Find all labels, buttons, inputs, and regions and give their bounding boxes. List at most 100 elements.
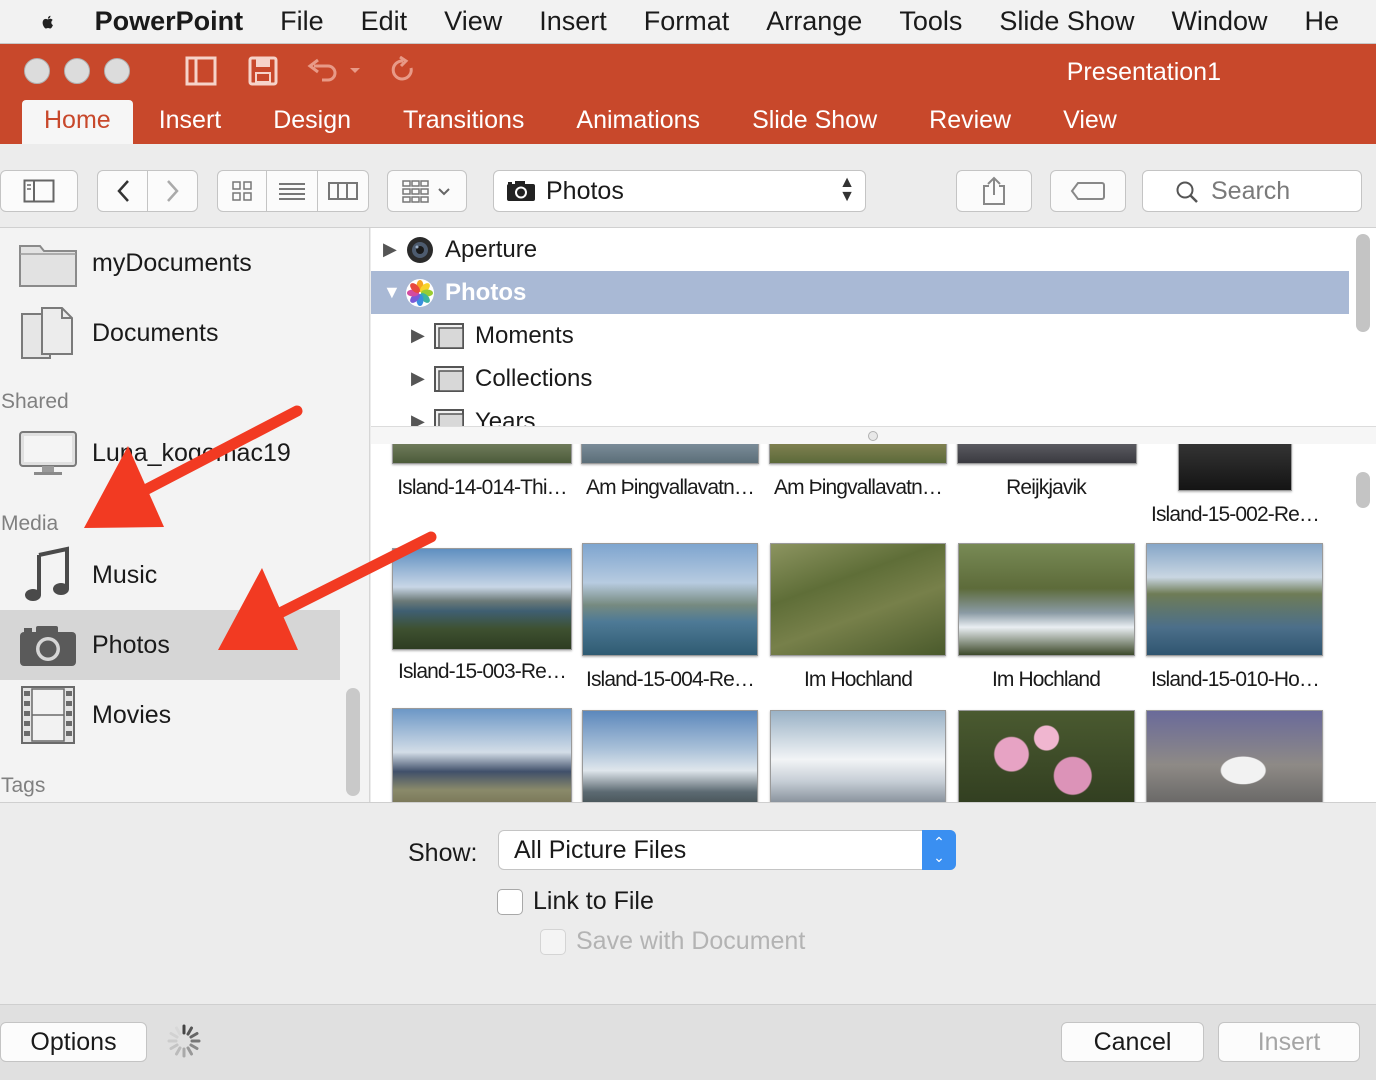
menu-insert[interactable]: Insert — [539, 6, 607, 37]
disclosure-triangle-icon[interactable]: ▶ — [411, 411, 429, 426]
photo-thumbnail[interactable] — [769, 444, 947, 464]
menu-slide-show[interactable]: Slide Show — [999, 6, 1134, 37]
link-to-file-checkbox[interactable]: Link to File — [497, 887, 654, 916]
photo-thumbnail[interactable] — [957, 444, 1137, 464]
sidebar-header-shared: Shared — [1, 390, 69, 413]
window-close-button[interactable] — [24, 58, 50, 84]
tab-home[interactable]: Home — [22, 100, 133, 144]
sidebar-item-mydocuments[interactable]: myDocuments — [0, 228, 340, 298]
photo-caption: Island-15-003-Re… — [398, 660, 567, 683]
tab-review[interactable]: Review — [903, 100, 1037, 144]
sidebar-item-music[interactable]: Music — [0, 540, 340, 610]
menu-tools[interactable]: Tools — [899, 6, 962, 37]
forward-button[interactable] — [148, 171, 197, 211]
divider-handle-icon[interactable] — [868, 431, 878, 441]
photo-thumbnail[interactable] — [582, 543, 758, 656]
photo-thumbnail[interactable] — [958, 710, 1135, 802]
photo-thumbnail[interactable] — [392, 708, 572, 802]
camera-icon — [507, 181, 535, 201]
menu-edit[interactable]: Edit — [361, 6, 408, 37]
tree-row-moments[interactable]: ▶ Moments — [371, 314, 1349, 357]
tree-row-label: Years — [475, 407, 536, 427]
photo-thumbnail[interactable] — [1146, 710, 1323, 802]
grid-scrollbar[interactable] — [1356, 472, 1370, 508]
share-button[interactable] — [956, 170, 1032, 212]
tree-scrollbar[interactable] — [1356, 234, 1370, 332]
sidebar-item-shared-computer[interactable]: Luna_kogemac19 — [0, 418, 340, 488]
photo-thumbnail[interactable] — [392, 548, 572, 650]
disclosure-triangle-icon[interactable]: ▼ — [383, 282, 401, 303]
insert-options-panel: Show: All Picture Files ⌃ ⌄ Link to File … — [0, 802, 1376, 1004]
insert-button[interactable]: Insert — [1218, 1022, 1360, 1062]
list-view-button[interactable] — [267, 171, 318, 211]
disclosure-triangle-icon[interactable]: ▶ — [383, 239, 401, 260]
tab-transitions[interactable]: Transitions — [377, 100, 550, 144]
menu-help[interactable]: He — [1304, 6, 1339, 37]
chevron-left-icon — [116, 180, 129, 202]
tree-row-collections[interactable]: ▶ Collections — [371, 357, 1349, 400]
undo-icon[interactable] — [304, 54, 364, 88]
menu-file[interactable]: File — [280, 6, 324, 37]
tree-row-label: Aperture — [445, 235, 538, 263]
photo-caption: Am Þingvallavatn… — [774, 476, 943, 499]
tab-insert[interactable]: Insert — [133, 100, 248, 144]
sidebar-scrollbar[interactable] — [346, 688, 360, 796]
menu-format[interactable]: Format — [644, 6, 730, 37]
tag-button[interactable] — [1050, 170, 1126, 212]
photo-caption: Island-15-004-Re… — [586, 668, 755, 691]
photo-thumbnail[interactable] — [1146, 543, 1323, 656]
photo-thumbnail[interactable] — [1178, 444, 1292, 491]
arrange-menu-button[interactable] — [387, 170, 467, 212]
tab-slide-show[interactable]: Slide Show — [726, 100, 903, 144]
photo-thumbnail[interactable] — [770, 543, 946, 656]
save-icon[interactable] — [246, 54, 280, 88]
tree-row-photos[interactable]: ▼ Photos — [371, 271, 1349, 314]
aperture-icon — [407, 236, 433, 263]
photo-thumbnail[interactable] — [582, 710, 758, 802]
tree-row-years[interactable]: ▶ Years — [371, 400, 1349, 426]
menu-arrange[interactable]: Arrange — [766, 6, 862, 37]
menu-window[interactable]: Window — [1171, 6, 1267, 37]
checkbox-box[interactable] — [497, 888, 523, 915]
back-button[interactable] — [98, 171, 148, 211]
album-icon — [434, 365, 464, 392]
tab-animations[interactable]: Animations — [550, 100, 726, 144]
disclosure-triangle-icon[interactable]: ▶ — [411, 368, 429, 389]
ribbon-tabs: Home Insert Design Transitions Animation… — [22, 100, 1143, 144]
sidebar-item-movies[interactable]: Movies — [0, 680, 340, 750]
menu-view[interactable]: View — [444, 6, 502, 37]
column-view-button[interactable] — [318, 171, 368, 211]
split-view-divider[interactable] — [371, 426, 1376, 444]
options-button[interactable]: Options — [0, 1022, 147, 1062]
photo-thumbnail[interactable] — [770, 710, 946, 802]
search-placeholder: Search — [1211, 176, 1291, 205]
sidebar-item-documents[interactable]: Documents — [0, 298, 340, 368]
photo-thumbnail[interactable] — [958, 543, 1135, 656]
window-minimize-button[interactable] — [64, 58, 90, 84]
tab-view[interactable]: View — [1037, 100, 1143, 144]
save-with-document-checkbox[interactable]: Save with Document — [540, 927, 805, 956]
photo-caption: Island-15-010-Ho… — [1151, 668, 1320, 691]
menu-app-name[interactable]: PowerPoint — [95, 6, 244, 37]
checkbox-box[interactable] — [540, 928, 566, 955]
disclosure-triangle-icon[interactable]: ▶ — [411, 325, 429, 346]
apple-icon[interactable] — [40, 7, 57, 37]
search-field[interactable]: Search — [1142, 170, 1362, 212]
sidebar-toggle-icon[interactable] — [184, 54, 218, 88]
tree-row-label: Photos — [445, 278, 527, 306]
tab-design[interactable]: Design — [247, 100, 377, 144]
sidebar-toggle-button[interactable] — [0, 170, 78, 212]
window-zoom-button[interactable] — [104, 58, 130, 84]
list-view-icon — [279, 183, 305, 200]
icon-view-button[interactable] — [218, 171, 268, 211]
search-icon — [1176, 181, 1198, 203]
photo-caption: Am Þingvallavatn… — [586, 476, 755, 499]
cancel-button[interactable]: Cancel — [1061, 1022, 1204, 1062]
redo-icon[interactable] — [386, 54, 420, 88]
photo-thumbnail[interactable] — [392, 444, 572, 464]
tree-row-aperture[interactable]: ▶ Aperture — [371, 228, 1349, 271]
sidebar-item-photos[interactable]: Photos — [0, 610, 340, 680]
file-type-select[interactable]: All Picture Files ⌃ ⌄ — [498, 830, 956, 870]
media-source-popup[interactable]: Photos ▲ ▼ — [493, 170, 866, 212]
photo-thumbnail[interactable] — [581, 444, 759, 464]
